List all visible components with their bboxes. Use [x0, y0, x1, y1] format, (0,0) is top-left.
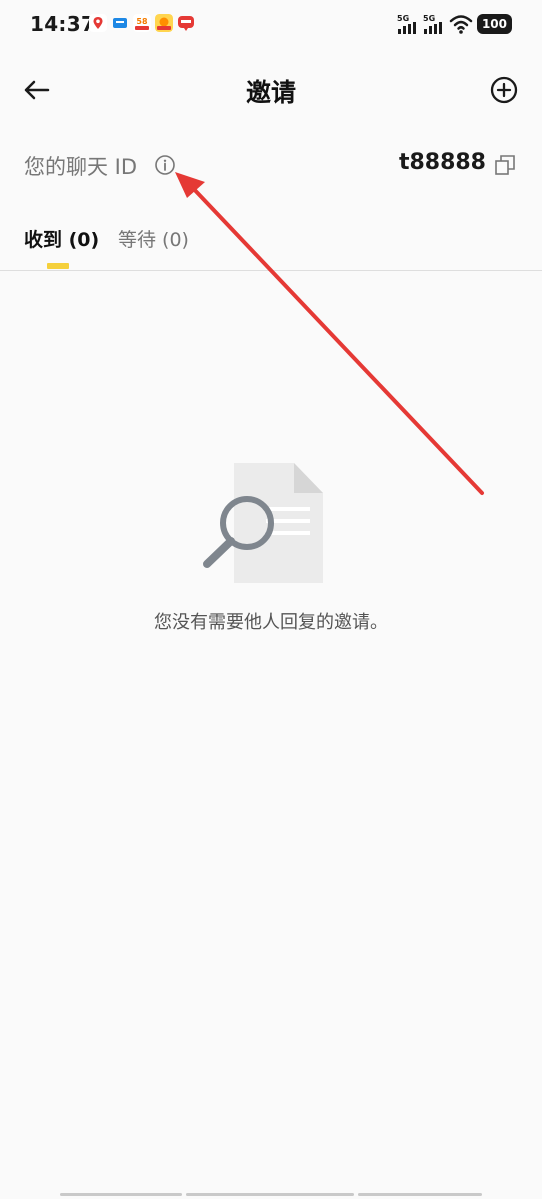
home-indicator-segment: [60, 1193, 182, 1196]
copy-icon[interactable]: [494, 154, 516, 176]
map-pin-icon: [89, 14, 107, 32]
chat-id-value: t88888: [398, 150, 486, 175]
nav-bar: 邀请: [0, 60, 542, 120]
home-indicator-segment: [358, 1193, 482, 1196]
home-indicator: [0, 1191, 542, 1199]
status-time: 14:37: [30, 12, 96, 36]
shopping-app-icon: [178, 16, 194, 31]
empty-state-message: 您没有需要他人回复的邀请。: [154, 612, 388, 633]
home-indicator-segment: [186, 1193, 354, 1196]
add-circle-icon[interactable]: [488, 74, 520, 106]
game-app-icon: [155, 14, 173, 32]
signal-5g-icon: 5G: [397, 14, 416, 34]
app-58-icon: 58: [133, 14, 151, 32]
active-tab-indicator: [47, 263, 69, 269]
wifi-icon: [449, 15, 473, 34]
tab-received[interactable]: 收到 (0): [24, 225, 99, 252]
document-search-icon: [203, 463, 323, 583]
status-bar: 14:37 58 5G 5G 100: [0, 0, 542, 50]
invite-tabs: 收到 (0) 等待 (0): [0, 215, 542, 271]
svg-text:5G: 5G: [397, 14, 409, 23]
svg-text:5G: 5G: [423, 14, 435, 23]
chat-id-label: 您的聊天 ID: [24, 155, 138, 179]
page-title: 邀请: [245, 78, 296, 107]
status-indicators: 5G 5G 100: [397, 13, 512, 35]
info-icon[interactable]: [154, 154, 176, 176]
tab-pending[interactable]: 等待 (0): [118, 225, 189, 252]
svg-text:58: 58: [136, 17, 148, 26]
chat-id-row: 您的聊天 ID t88888: [0, 140, 542, 190]
chat-app-icon: [113, 18, 127, 28]
notification-icons: 58: [89, 14, 195, 32]
battery-indicator: 100: [476, 14, 512, 34]
signal-5g-icon-2: 5G: [423, 14, 442, 34]
